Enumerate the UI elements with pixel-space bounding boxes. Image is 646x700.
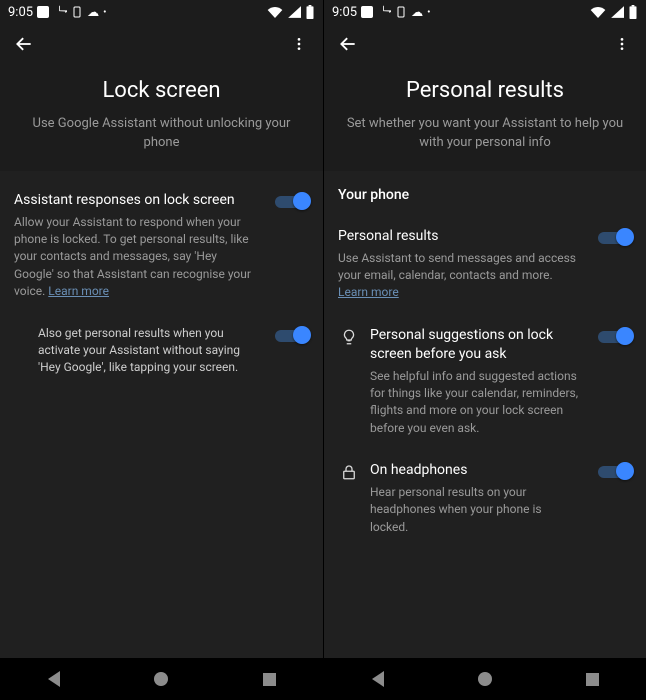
toggle-on-headphones[interactable] bbox=[598, 461, 632, 481]
setting-personal-suggestions[interactable]: Personal suggestions on lock screen befo… bbox=[338, 320, 632, 455]
cloud-icon: ☁ bbox=[87, 5, 99, 19]
back-button[interactable] bbox=[10, 30, 38, 58]
setting-title: On headphones bbox=[370, 461, 582, 480]
page-header: Personal results Set whether you want yo… bbox=[324, 64, 646, 171]
setting-title: Personal suggestions on lock screen befo… bbox=[370, 326, 582, 364]
phone-right: 9:05 ☁ • Personal results Set whether yo… bbox=[323, 0, 646, 700]
toggle-personal-results-without-voice[interactable] bbox=[275, 325, 309, 345]
setting-description: See helpful info and suggested actions f… bbox=[370, 368, 582, 438]
missed-call-icon bbox=[53, 5, 67, 19]
status-time: 9:05 bbox=[8, 5, 33, 20]
page-subtitle: Use Google Assistant without unlocking y… bbox=[20, 115, 303, 153]
signal-icon bbox=[287, 6, 301, 18]
setting-description: Use Assistant to send messages and acces… bbox=[338, 250, 582, 302]
page-title: Personal results bbox=[344, 78, 626, 103]
notification-icon bbox=[37, 6, 49, 18]
more-notifications-icon: • bbox=[103, 7, 106, 18]
more-options-button[interactable] bbox=[285, 30, 313, 58]
phone-left: 9:05 ☁ • Lock screen Use Google Assistan… bbox=[0, 0, 323, 700]
setting-personal-results-without-voice[interactable]: Also get personal results when you activ… bbox=[14, 319, 309, 395]
setting-personal-results[interactable]: Personal results Use Assistant to send m… bbox=[338, 221, 632, 320]
status-bar: 9:05 ☁ • bbox=[0, 0, 323, 24]
page-header: Lock screen Use Google Assistant without… bbox=[0, 64, 323, 171]
battery-icon bbox=[305, 5, 315, 19]
wifi-icon bbox=[267, 6, 283, 18]
nav-home-button[interactable] bbox=[467, 661, 503, 697]
learn-more-link[interactable]: Learn more bbox=[48, 284, 109, 298]
settings-list: Assistant responses on lock screen Allow… bbox=[0, 171, 323, 658]
learn-more-link[interactable]: Learn more bbox=[338, 285, 399, 299]
settings-list: Your phone Personal results Use Assistan… bbox=[324, 171, 646, 658]
app-bar bbox=[0, 24, 323, 64]
notification-icon bbox=[361, 6, 373, 18]
lightbulb-icon bbox=[338, 326, 360, 346]
status-time: 9:05 bbox=[332, 5, 357, 20]
phone-icon bbox=[71, 6, 83, 18]
cloud-icon: ☁ bbox=[411, 5, 423, 19]
phone-icon bbox=[395, 6, 407, 18]
page-title: Lock screen bbox=[20, 78, 303, 103]
signal-icon bbox=[610, 6, 624, 18]
status-bar: 9:05 ☁ • bbox=[324, 0, 646, 24]
nav-back-button[interactable] bbox=[36, 661, 72, 697]
missed-call-icon bbox=[377, 5, 391, 19]
toggle-assistant-responses[interactable] bbox=[275, 191, 309, 211]
nav-recent-button[interactable] bbox=[251, 661, 287, 697]
setting-on-headphones[interactable]: On headphones Hear personal results on y… bbox=[338, 455, 632, 554]
section-header-your-phone: Your phone bbox=[338, 187, 632, 203]
setting-assistant-responses[interactable]: Assistant responses on lock screen Allow… bbox=[14, 185, 309, 319]
more-notifications-icon: • bbox=[427, 7, 430, 18]
setting-description: Allow your Assistant to respond when you… bbox=[14, 214, 259, 301]
toggle-personal-suggestions[interactable] bbox=[598, 326, 632, 346]
navigation-bar bbox=[0, 658, 323, 700]
battery-icon bbox=[628, 5, 638, 19]
back-button[interactable] bbox=[334, 30, 362, 58]
lock-icon bbox=[338, 461, 360, 481]
setting-description: Hear personal results on your headphones… bbox=[370, 484, 582, 536]
setting-description: Also get personal results when you activ… bbox=[38, 325, 259, 377]
wifi-icon bbox=[590, 6, 606, 18]
app-bar bbox=[324, 24, 646, 64]
nav-home-button[interactable] bbox=[143, 661, 179, 697]
more-options-button[interactable] bbox=[608, 30, 636, 58]
nav-recent-button[interactable] bbox=[574, 661, 610, 697]
navigation-bar bbox=[324, 658, 646, 700]
nav-back-button[interactable] bbox=[360, 661, 396, 697]
setting-title: Assistant responses on lock screen bbox=[14, 191, 259, 210]
setting-title: Personal results bbox=[338, 227, 582, 246]
toggle-personal-results[interactable] bbox=[598, 227, 632, 247]
page-subtitle: Set whether you want your Assistant to h… bbox=[344, 115, 626, 153]
